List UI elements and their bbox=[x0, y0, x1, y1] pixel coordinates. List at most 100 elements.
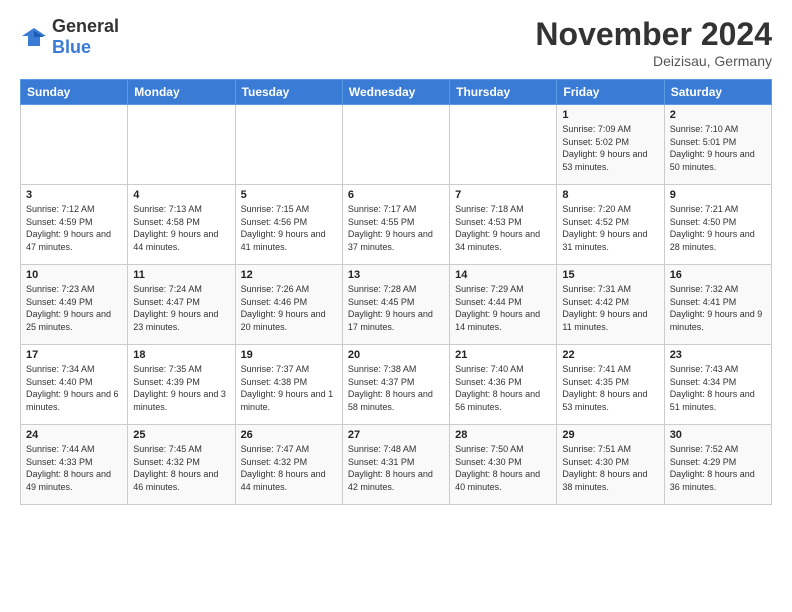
day-info: Sunrise: 7:24 AM Sunset: 4:47 PM Dayligh… bbox=[133, 283, 229, 333]
day-cell-1-5: 8Sunrise: 7:20 AM Sunset: 4:52 PM Daylig… bbox=[557, 185, 664, 265]
day-info: Sunrise: 7:38 AM Sunset: 4:37 PM Dayligh… bbox=[348, 363, 444, 413]
month-title: November 2024 bbox=[535, 16, 772, 53]
day-info: Sunrise: 7:23 AM Sunset: 4:49 PM Dayligh… bbox=[26, 283, 122, 333]
day-number: 12 bbox=[241, 269, 337, 281]
header: General Blue November 2024 Deizisau, Ger… bbox=[20, 16, 772, 69]
day-cell-3-1: 18 Sunrise: 7:35 AM Sunset: 4:39 PM Dayli… bbox=[128, 345, 235, 425]
day-cell-4-3: 27 Sunrise: 7:48 AM Sunset: 4:31 PM Dayli… bbox=[342, 425, 449, 505]
day-cell-0-0 bbox=[21, 105, 128, 185]
day-cell-3-6: 23Sunrise: 7:43 AM Sunset: 4:34 PM Dayli… bbox=[664, 345, 771, 425]
title-area: November 2024 Deizisau, Germany bbox=[535, 16, 772, 69]
day-number: 23 bbox=[670, 349, 766, 361]
day-number: 26 bbox=[241, 429, 337, 441]
day-number: 3 bbox=[26, 189, 122, 201]
day-cell-2-5: 15 Sunrise: 7:31 AM Sunset: 4:42 PM Dayli… bbox=[557, 265, 664, 345]
day-info: Sunrise: 7:45 AM Sunset: 4:32 PM Dayligh… bbox=[133, 443, 229, 493]
logo-blue: Blue bbox=[52, 37, 91, 57]
col-friday: Friday bbox=[557, 80, 664, 105]
col-tuesday: Tuesday bbox=[235, 80, 342, 105]
week-row-0: 1 Sunrise: 7:09 AM Sunset: 5:02 PM Daylig… bbox=[21, 105, 772, 185]
location: Deizisau, Germany bbox=[535, 53, 772, 69]
day-number: 8 bbox=[562, 189, 658, 201]
day-info: Sunrise: 7:47 AM Sunset: 4:32 PM Dayligh… bbox=[241, 443, 337, 493]
day-info: Sunrise: 7:32 AM Sunset: 4:41 PM Dayligh… bbox=[670, 283, 766, 333]
calendar-header-row: Sunday Monday Tuesday Wednesday Thursday… bbox=[21, 80, 772, 105]
logo: General Blue bbox=[20, 16, 119, 58]
day-cell-1-6: 9 Sunrise: 7:21 AM Sunset: 4:50 PM Daylig… bbox=[664, 185, 771, 265]
day-number: 17 bbox=[26, 349, 122, 361]
day-info: Sunrise: 7:12 AM Sunset: 4:59 PM Dayligh… bbox=[26, 203, 122, 253]
day-cell-1-3: 6 Sunrise: 7:17 AM Sunset: 4:55 PM Daylig… bbox=[342, 185, 449, 265]
day-info: Sunrise: 7:48 AM Sunset: 4:31 PM Dayligh… bbox=[348, 443, 444, 493]
logo-icon bbox=[20, 26, 48, 48]
day-info: Sunrise: 7:18 AM Sunset: 4:53 PM Dayligh… bbox=[455, 203, 551, 253]
day-number: 24 bbox=[26, 429, 122, 441]
day-number: 16 bbox=[670, 269, 766, 281]
day-info: Sunrise: 7:51 AM Sunset: 4:30 PM Dayligh… bbox=[562, 443, 658, 493]
day-cell-0-4 bbox=[450, 105, 557, 185]
day-cell-4-5: 29 Sunrise: 7:51 AM Sunset: 4:30 PM Dayli… bbox=[557, 425, 664, 505]
day-number: 15 bbox=[562, 269, 658, 281]
day-number: 27 bbox=[348, 429, 444, 441]
day-cell-2-1: 11 Sunrise: 7:24 AM Sunset: 4:47 PM Dayli… bbox=[128, 265, 235, 345]
day-cell-3-3: 20 Sunrise: 7:38 AM Sunset: 4:37 PM Dayli… bbox=[342, 345, 449, 425]
day-cell-1-1: 4 Sunrise: 7:13 AM Sunset: 4:58 PM Daylig… bbox=[128, 185, 235, 265]
day-info: Sunrise: 7:40 AM Sunset: 4:36 PM Dayligh… bbox=[455, 363, 551, 413]
day-number: 1 bbox=[562, 109, 658, 121]
day-info: Sunrise: 7:28 AM Sunset: 4:45 PM Dayligh… bbox=[348, 283, 444, 333]
col-saturday: Saturday bbox=[664, 80, 771, 105]
day-number: 7 bbox=[455, 189, 551, 201]
week-row-4: 24 Sunrise: 7:44 AM Sunset: 4:33 PM Dayli… bbox=[21, 425, 772, 505]
day-number: 22 bbox=[562, 349, 658, 361]
calendar: Sunday Monday Tuesday Wednesday Thursday… bbox=[20, 79, 772, 505]
day-cell-1-0: 3 Sunrise: 7:12 AM Sunset: 4:59 PM Daylig… bbox=[21, 185, 128, 265]
page: General Blue November 2024 Deizisau, Ger… bbox=[0, 0, 792, 612]
day-cell-0-6: 2Sunrise: 7:10 AM Sunset: 5:01 PM Daylig… bbox=[664, 105, 771, 185]
day-info: Sunrise: 7:09 AM Sunset: 5:02 PM Dayligh… bbox=[562, 123, 658, 173]
day-info: Sunrise: 7:37 AM Sunset: 4:38 PM Dayligh… bbox=[241, 363, 337, 413]
day-info: Sunrise: 7:52 AM Sunset: 4:29 PM Dayligh… bbox=[670, 443, 766, 493]
week-row-2: 10 Sunrise: 7:23 AM Sunset: 4:49 PM Dayli… bbox=[21, 265, 772, 345]
day-cell-2-0: 10 Sunrise: 7:23 AM Sunset: 4:49 PM Dayli… bbox=[21, 265, 128, 345]
day-number: 4 bbox=[133, 189, 229, 201]
day-cell-3-2: 19 Sunrise: 7:37 AM Sunset: 4:38 PM Dayli… bbox=[235, 345, 342, 425]
day-number: 29 bbox=[562, 429, 658, 441]
day-cell-4-0: 24 Sunrise: 7:44 AM Sunset: 4:33 PM Dayli… bbox=[21, 425, 128, 505]
day-cell-0-2 bbox=[235, 105, 342, 185]
col-wednesday: Wednesday bbox=[342, 80, 449, 105]
day-info: Sunrise: 7:50 AM Sunset: 4:30 PM Dayligh… bbox=[455, 443, 551, 493]
week-row-1: 3 Sunrise: 7:12 AM Sunset: 4:59 PM Daylig… bbox=[21, 185, 772, 265]
day-number: 19 bbox=[241, 349, 337, 361]
day-number: 20 bbox=[348, 349, 444, 361]
week-row-3: 17 Sunrise: 7:34 AM Sunset: 4:40 PM Dayli… bbox=[21, 345, 772, 425]
day-number: 18 bbox=[133, 349, 229, 361]
day-info: Sunrise: 7:21 AM Sunset: 4:50 PM Dayligh… bbox=[670, 203, 766, 253]
day-info: Sunrise: 7:29 AM Sunset: 4:44 PM Dayligh… bbox=[455, 283, 551, 333]
logo-general: General bbox=[52, 16, 119, 36]
day-cell-4-4: 28 Sunrise: 7:50 AM Sunset: 4:30 PM Dayli… bbox=[450, 425, 557, 505]
day-info: Sunrise: 7:31 AM Sunset: 4:42 PM Dayligh… bbox=[562, 283, 658, 333]
day-cell-4-1: 25 Sunrise: 7:45 AM Sunset: 4:32 PM Dayli… bbox=[128, 425, 235, 505]
day-cell-2-2: 12Sunrise: 7:26 AM Sunset: 4:46 PM Dayli… bbox=[235, 265, 342, 345]
day-info: Sunrise: 7:44 AM Sunset: 4:33 PM Dayligh… bbox=[26, 443, 122, 493]
day-info: Sunrise: 7:15 AM Sunset: 4:56 PM Dayligh… bbox=[241, 203, 337, 253]
day-info: Sunrise: 7:34 AM Sunset: 4:40 PM Dayligh… bbox=[26, 363, 122, 413]
day-number: 25 bbox=[133, 429, 229, 441]
col-sunday: Sunday bbox=[21, 80, 128, 105]
day-info: Sunrise: 7:35 AM Sunset: 4:39 PM Dayligh… bbox=[133, 363, 229, 413]
day-number: 30 bbox=[670, 429, 766, 441]
day-number: 11 bbox=[133, 269, 229, 281]
day-number: 6 bbox=[348, 189, 444, 201]
day-cell-1-2: 5Sunrise: 7:15 AM Sunset: 4:56 PM Daylig… bbox=[235, 185, 342, 265]
day-info: Sunrise: 7:17 AM Sunset: 4:55 PM Dayligh… bbox=[348, 203, 444, 253]
day-number: 9 bbox=[670, 189, 766, 201]
day-cell-3-0: 17 Sunrise: 7:34 AM Sunset: 4:40 PM Dayli… bbox=[21, 345, 128, 425]
day-number: 2 bbox=[670, 109, 766, 121]
day-info: Sunrise: 7:13 AM Sunset: 4:58 PM Dayligh… bbox=[133, 203, 229, 253]
day-number: 10 bbox=[26, 269, 122, 281]
day-cell-0-1 bbox=[128, 105, 235, 185]
day-cell-0-3 bbox=[342, 105, 449, 185]
col-thursday: Thursday bbox=[450, 80, 557, 105]
day-number: 28 bbox=[455, 429, 551, 441]
day-cell-1-4: 7 Sunrise: 7:18 AM Sunset: 4:53 PM Daylig… bbox=[450, 185, 557, 265]
